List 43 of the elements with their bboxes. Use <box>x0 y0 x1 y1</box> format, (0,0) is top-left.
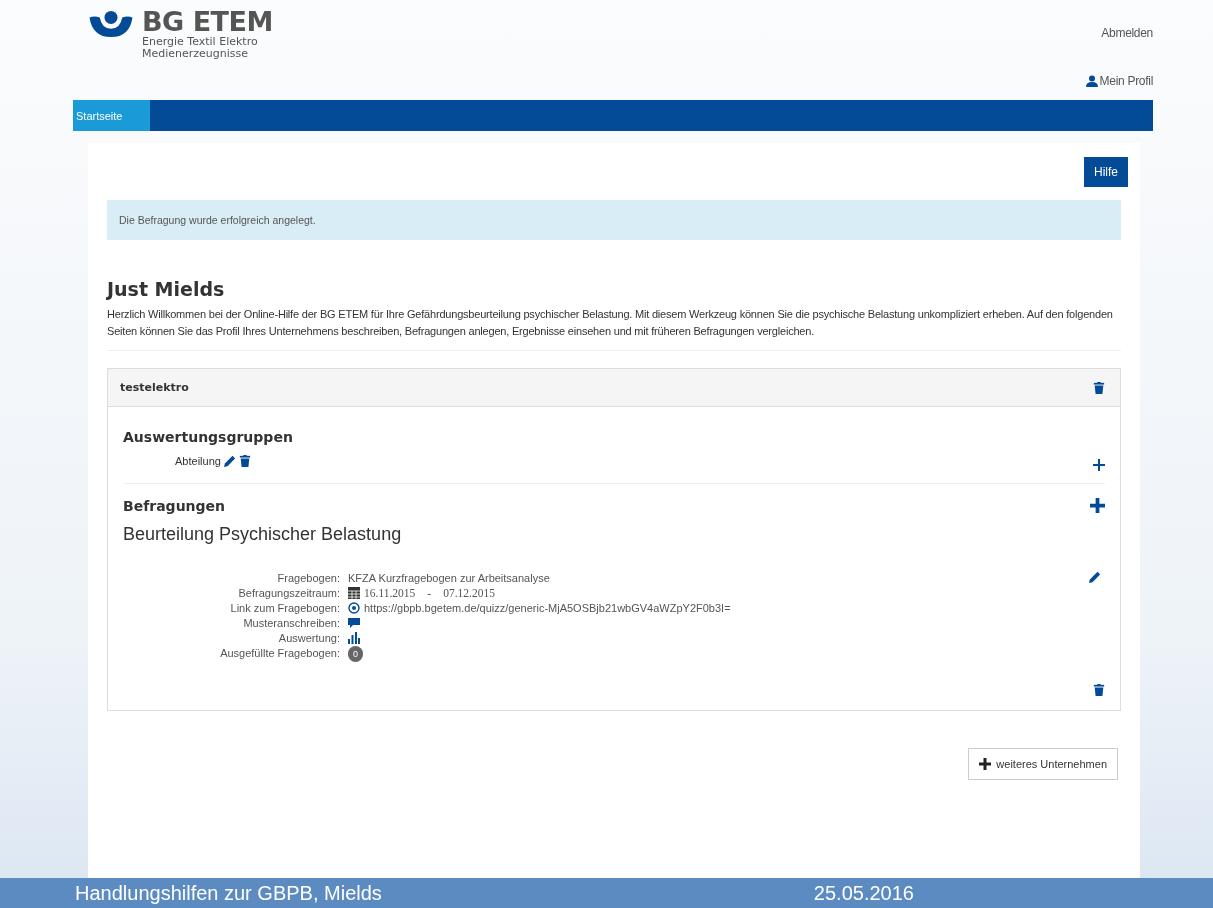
trash-icon[interactable] <box>1093 381 1105 394</box>
start-date: 16.11.2015 <box>364 586 416 600</box>
user-name: Just Mields <box>107 278 226 300</box>
logo-subtitle: Energie Textil Elektro <box>142 36 259 48</box>
footer-text: Handlungshilfen zur GBPB, Mields <box>75 881 382 905</box>
user-icon <box>1085 75 1098 87</box>
group-name: Abteilung <box>175 455 221 467</box>
field-label: Befragungszeitraum: <box>237 586 340 600</box>
section-heading: Auswertungsgruppen <box>123 429 294 445</box>
bar-chart-icon[interactable] <box>348 632 360 644</box>
success-alert: Die Befragung wurde erfolgreich angelegt. <box>107 200 1121 240</box>
logo-name: BG ETEM <box>142 8 273 36</box>
field-label: Link zum Fragebogen: <box>229 601 340 615</box>
field-value: KFZA Kurzfragebogen zur Arbeitsanalyse <box>348 571 550 585</box>
field-label: Auswertung: <box>277 631 340 645</box>
trash-icon[interactable] <box>1093 684 1105 696</box>
trash-icon[interactable] <box>238 455 251 467</box>
speech-bubble-icon[interactable] <box>348 617 360 629</box>
end-date: 07.12.2015 <box>443 586 495 600</box>
add-icon[interactable] <box>1093 459 1105 471</box>
logout-link[interactable]: Abmelden <box>1101 26 1153 40</box>
field-label: Ausgefüllte Fragebogen: <box>219 646 340 661</box>
survey-link[interactable]: https://gbpb.bgetem.de/quizz/generic-MjA5OSBjb21wbGV4aWZpY2F0b3I= <box>364 601 731 615</box>
calendar-icon <box>348 587 360 599</box>
plus-icon <box>979 758 992 770</box>
target-icon <box>348 602 360 614</box>
company-name: testelektro <box>120 381 189 394</box>
add-company-button[interactable]: weiteres Unternehmen <box>968 748 1118 780</box>
help-button[interactable]: Hilfe <box>1084 157 1128 187</box>
field-label: Musteranschreiben: <box>242 616 340 630</box>
pencil-icon[interactable] <box>223 455 236 467</box>
logo-icon <box>88 10 134 38</box>
profile-link[interactable]: Mein Profil <box>1085 74 1153 88</box>
logo-subtitle: Medienerzeugnisse <box>142 48 250 60</box>
count-badge: 0 <box>348 646 363 662</box>
footer-date: 25.05.2016 <box>813 881 914 905</box>
pencil-icon[interactable] <box>1089 571 1101 583</box>
field-label: Fragebogen: <box>276 571 340 585</box>
add-icon[interactable] <box>1090 497 1105 513</box>
section-heading: Befragungen <box>123 498 226 514</box>
intro-text: Herzlich Willkommen bei der Online-Hilfe der BG ETEM für Ihre Gefährdungsbeurteilung psychischer Belastung. Mit diesem Werkzeug können Sie die psychische Belastung unkompliziert erheben. Auf den folgenden Seiten können Sie das Profil Ihres Unternehmens beschreiben, Befragungen anlegen, Ergebnisse einsehen und mit früheren Befragungen vergleichen. <box>107 307 1114 339</box>
date-separator: - <box>427 586 432 600</box>
survey-title: Beurteilung Psychischer Belastung <box>123 524 403 545</box>
